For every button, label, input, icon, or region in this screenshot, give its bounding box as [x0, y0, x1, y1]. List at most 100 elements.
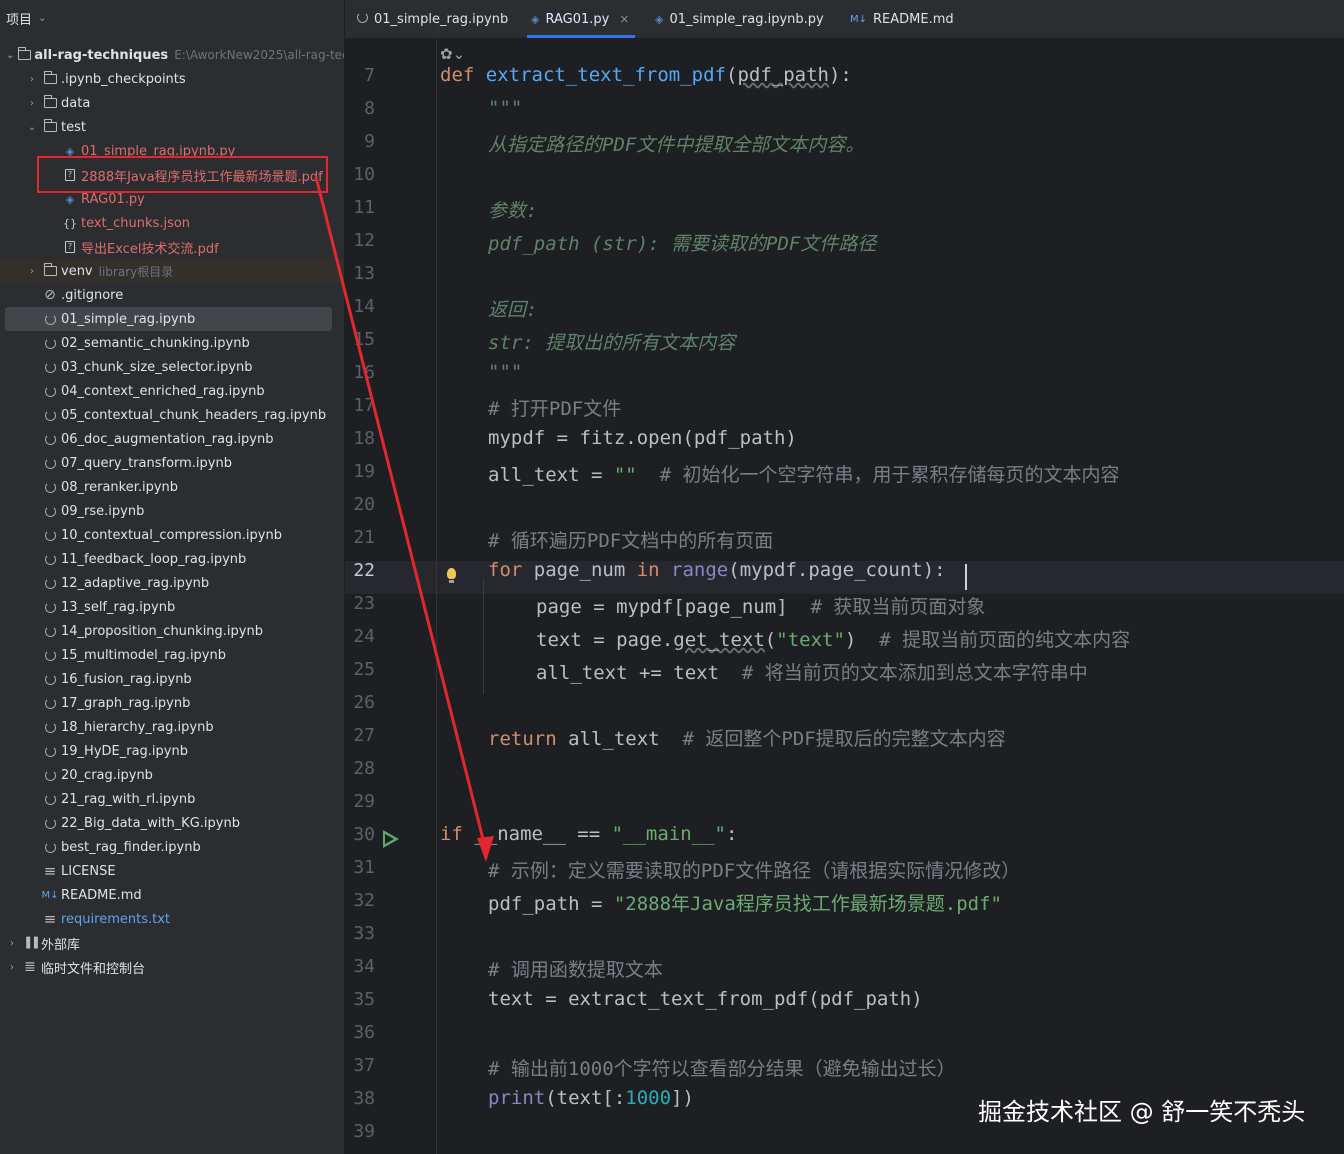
- lightbulb-icon[interactable]: [447, 568, 456, 579]
- tree-item[interactable]: 08_reranker.ipynb: [0, 475, 344, 499]
- tree-item[interactable]: › venv library根目录: [0, 259, 344, 283]
- code-line[interactable]: # 调用函数提取文本: [488, 955, 663, 982]
- notebook-file-icon: [42, 599, 58, 615]
- line-number: 31: [353, 857, 375, 878]
- line-number: 8: [364, 98, 375, 119]
- tree-item[interactable]: 15_multimodel_rag.ipynb: [0, 643, 344, 667]
- code-line[interactable]: text = extract_text_from_pdf(pdf_path): [488, 988, 923, 1010]
- tree-item[interactable]: 07_query_transform.ipynb: [0, 451, 344, 475]
- tree-item[interactable]: 05_contextual_chunk_headers_rag.ipynb: [0, 403, 344, 427]
- close-icon[interactable]: ×: [619, 12, 629, 26]
- tree-item[interactable]: 17_graph_rag.ipynb: [0, 691, 344, 715]
- code-line[interactable]: """: [488, 361, 522, 383]
- tree-item[interactable]: M↓ README.md: [0, 883, 344, 907]
- tree-item[interactable]: best_rag_finder.ipynb: [0, 835, 344, 859]
- notebook-file-icon: [42, 815, 58, 831]
- chevron-right-icon[interactable]: ›: [26, 98, 38, 109]
- tree-item[interactable]: 16_fusion_rag.ipynb: [0, 667, 344, 691]
- code-line[interactable]: pdf_path = "2888年Java程序员找工作最新场景题.pdf": [488, 889, 1002, 916]
- tree-item[interactable]: ⌄ test: [0, 115, 344, 139]
- chevron-down-icon[interactable]: ⌄: [38, 13, 46, 24]
- code-token: text = extract_text_from_pdf(pdf_path): [488, 988, 923, 1010]
- json-file-icon: {}: [63, 216, 77, 230]
- code-line[interactable]: return all_text # 返回整个PDF提取后的完整文本内容: [488, 724, 1006, 751]
- line-number: 14: [353, 296, 375, 317]
- tree-item[interactable]: 14_proposition_chunking.ipynb: [0, 619, 344, 643]
- chevron-right-icon[interactable]: ›: [6, 938, 18, 949]
- chevron-down-icon[interactable]: ⌄: [6, 50, 14, 61]
- code-line[interactable]: # 打开PDF文件: [488, 394, 621, 421]
- code-token: (: [725, 64, 738, 86]
- tree-item[interactable]: 03_chunk_size_selector.ipynb: [0, 355, 344, 379]
- tree-item[interactable]: › ≣ 临时文件和控制台: [0, 955, 344, 979]
- code-line[interactable]: 返回:: [488, 295, 537, 322]
- tree-item[interactable]: 01_simple_rag.ipynb: [5, 307, 332, 331]
- tree-item-label: 07_query_transform.ipynb: [61, 455, 232, 471]
- code-line[interactable]: 参数:: [488, 196, 537, 223]
- code-line[interactable]: if __name__ == "__main__":: [440, 823, 737, 845]
- chevron-right-icon[interactable]: ›: [26, 74, 38, 85]
- code-token: # 将当前页的文本添加到总文本字符串中: [741, 662, 1088, 684]
- chevron-right-icon[interactable]: ›: [26, 266, 38, 277]
- tree-item[interactable]: › .ipynb_checkpoints: [0, 67, 344, 91]
- code-token: return: [488, 728, 569, 750]
- chevron-right-icon[interactable]: ›: [6, 962, 18, 973]
- tab-01-simple-rag-ipynb-py[interactable]: ◈ 01_simple_rag.ipynb.py: [655, 0, 824, 38]
- code-line[interactable]: def extract_text_from_pdf(pdf_path):: [440, 64, 852, 86]
- line-number: 29: [353, 791, 375, 812]
- code-line[interactable]: for page_num in range(mypdf.page_count):: [488, 559, 946, 581]
- tree-item[interactable]: ≡ LICENSE: [0, 859, 344, 883]
- tree-item[interactable]: 13_self_rag.ipynb: [0, 595, 344, 619]
- line-number: 18: [353, 428, 375, 449]
- tree-item[interactable]: ⌄ all-rag-techniques E:\AworkNew2025\all-r…: [0, 43, 344, 67]
- tab-rag01-py[interactable]: ◈ RAG01.py ×: [527, 0, 636, 38]
- tree-item[interactable]: ≡ requirements.txt: [0, 907, 344, 931]
- tree-item[interactable]: 12_adaptive_rag.ipynb: [0, 571, 344, 595]
- tree-item[interactable]: 10_contextual_compression.ipynb: [0, 523, 344, 547]
- code-editor[interactable]: 7 8 9 10 11 12 13 14 15 16 17 18 19 20 21 22 23 24 25 26 27 2…: [345, 39, 1344, 1154]
- project-panel-header[interactable]: 项目 ⌄: [0, 0, 344, 36]
- line-number: 7: [364, 65, 375, 86]
- tree-item-label: 06_doc_augmentation_rag.ipynb: [61, 431, 274, 447]
- code-line[interactable]: print(text[:1000]): [488, 1087, 694, 1109]
- code-line[interactable]: """: [488, 97, 522, 119]
- tree-item[interactable]: 06_doc_augmentation_rag.ipynb: [0, 427, 344, 451]
- tree-item[interactable]: 18_hierarchy_rag.ipynb: [0, 715, 344, 739]
- code-token: pdf_path =: [488, 893, 614, 915]
- code-line[interactable]: # 输出前1000个字符以查看部分结果（避免输出过长）: [488, 1054, 956, 1081]
- tree-item[interactable]: 11_feedback_loop_rag.ipynb: [0, 547, 344, 571]
- code-line[interactable]: text = page.get_text("text") # 提取当前页面的纯文…: [536, 625, 1130, 652]
- tree-item-label: 20_crag.ipynb: [61, 767, 153, 783]
- tab-01-simple-rag-ipynb[interactable]: 01_simple_rag.ipynb: [357, 0, 508, 38]
- code-line[interactable]: 从指定路径的PDF文件中提取全部文本内容。: [488, 130, 864, 157]
- code-line[interactable]: mypdf = fitz.open(pdf_path): [488, 427, 797, 449]
- tree-item[interactable]: 02_semantic_chunking.ipynb: [0, 331, 344, 355]
- code-line[interactable]: all_text = "" # 初始化一个空字符串，用于累积存储每页的文本内容: [488, 460, 1120, 487]
- code-line[interactable]: all_text += text # 将当前页的文本添加到总文本字符串中: [536, 658, 1088, 685]
- tree-item[interactable]: ? 导出Excel技术交流.pdf: [0, 235, 344, 259]
- tree-item[interactable]: 09_rse.ipynb: [0, 499, 344, 523]
- code-line[interactable]: # 循环遍历PDF文档中的所有页面: [488, 526, 773, 553]
- tree-item[interactable]: › data: [0, 91, 344, 115]
- code-line[interactable]: page = mypdf[page_num] # 获取当前页面对象: [536, 592, 985, 619]
- tree-item[interactable]: 19_HyDE_rag.ipynb: [0, 739, 344, 763]
- code-line[interactable]: pdf_path (str): 需要读取的PDF文件路径: [488, 229, 876, 256]
- code-token: ): [844, 629, 880, 651]
- code-token: __name__ ==: [474, 823, 612, 845]
- tree-item[interactable]: 22_Big_data_with_KG.ipynb: [0, 811, 344, 835]
- tab-readme-md[interactable]: M↓ README.md: [850, 0, 954, 38]
- tree-item[interactable]: ⊘ .gitignore: [0, 283, 344, 307]
- ai-assistant-icon[interactable]: ✿⌄: [440, 45, 465, 63]
- code-line[interactable]: # 示例：定义需要读取的PDF文件路径（请根据实际情况修改）: [488, 856, 1020, 883]
- tree-item[interactable]: {} text_chunks.json: [0, 211, 344, 235]
- tree-item[interactable]: › ▐▐ 外部库: [0, 931, 344, 955]
- tree-item[interactable]: 20_crag.ipynb: [0, 763, 344, 787]
- tree-item-label: 15_multimodel_rag.ipynb: [61, 647, 226, 663]
- notebook-file-icon: [42, 407, 58, 423]
- chevron-down-icon[interactable]: ⌄: [26, 122, 38, 133]
- tree-item[interactable]: 04_context_enriched_rag.ipynb: [0, 379, 344, 403]
- code-token: """: [488, 361, 523, 383]
- tree-item[interactable]: 21_rag_with_rl.ipynb: [0, 787, 344, 811]
- code-line[interactable]: str: 提取出的所有文本内容: [488, 328, 735, 355]
- indent-guide: [483, 579, 484, 694]
